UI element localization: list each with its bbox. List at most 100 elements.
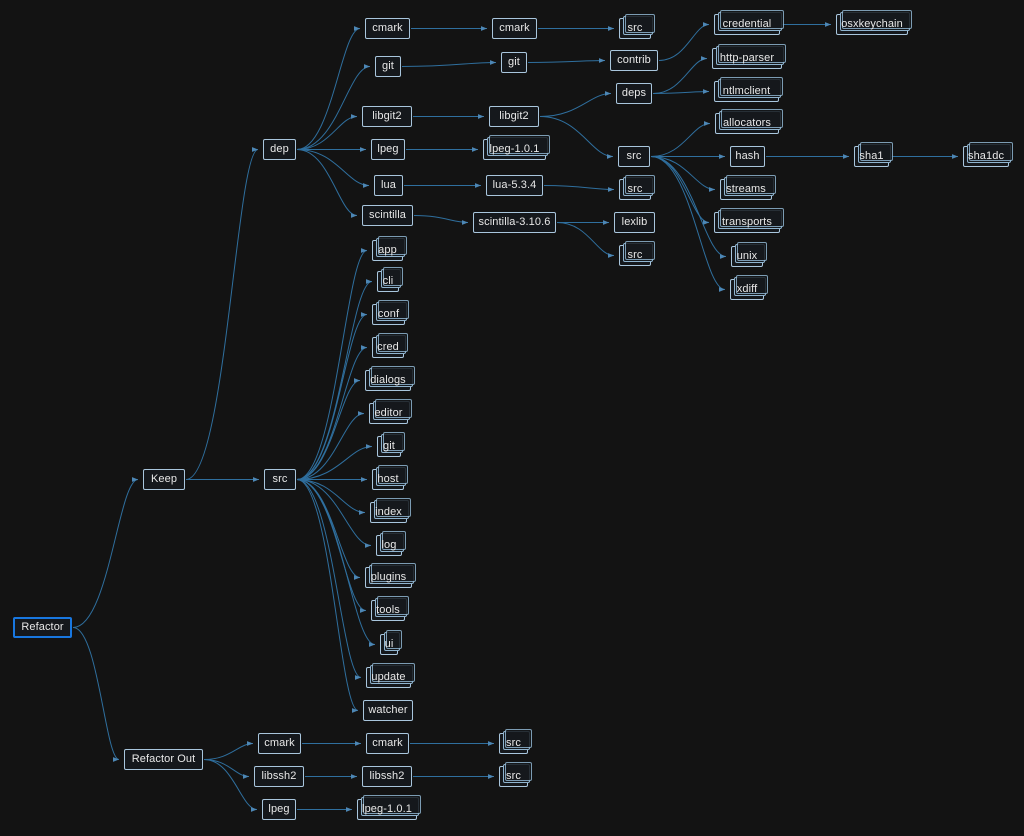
tree-node-src-watcher[interactable]: watcher: [363, 700, 413, 721]
tree-node-src-keep[interactable]: src: [264, 469, 296, 490]
edge-libgit2b-to-deps: [539, 91, 612, 117]
tree-node-label: git: [382, 60, 394, 72]
edge-dep-to-dep-cmark: [296, 26, 361, 150]
tree-node-src-tools[interactable]: tools: [371, 596, 409, 621]
tree-node-transports[interactable]: transports: [714, 208, 784, 233]
tree-node-scintilla3106[interactable]: scintilla-3.10.6: [473, 212, 556, 233]
tree-node-src-log[interactable]: log: [376, 531, 406, 556]
tree-node-ro-cmark-src[interactable]: src: [499, 729, 532, 754]
tree-node-label: scintilla: [369, 209, 406, 221]
tree-node-label: dialogs: [370, 374, 406, 386]
tree-node-hash[interactable]: hash: [730, 146, 765, 167]
tree-node-src-git[interactable]: git: [377, 432, 405, 457]
tree-node-label: lua-5.3.4: [492, 179, 537, 191]
tree-node-src-ui[interactable]: ui: [380, 630, 402, 655]
edge-src-keep-to-src-dialogs: [296, 378, 361, 480]
edge-src-keep-to-src-log: [296, 479, 372, 548]
tree-node-ro-lpeg101[interactable]: lpeg-1.0.1: [357, 795, 421, 820]
tree-node-dep-cmark[interactable]: cmark: [365, 18, 410, 39]
tree-node-libgit2-src[interactable]: src: [618, 146, 650, 167]
tree-node-dep-git[interactable]: git: [375, 56, 401, 77]
tree-node-dep-lua[interactable]: lua: [374, 175, 403, 196]
tree-node-libgit2b[interactable]: libgit2: [489, 106, 539, 127]
tree-node-contrib[interactable]: contrib: [610, 50, 658, 71]
tree-node-refactor-out[interactable]: Refactor Out: [124, 749, 203, 770]
tree-node-dep-lpeg[interactable]: lpeg: [371, 139, 405, 160]
tree-node-git2[interactable]: git: [501, 52, 527, 73]
tree-node-src-plugins[interactable]: plugins: [365, 563, 416, 588]
tree-node-label: app: [378, 244, 397, 256]
edge-src-keep-to-src-watcher: [296, 479, 359, 713]
tree-node-ro-cmark[interactable]: cmark: [258, 733, 301, 754]
tree-node-label: scintilla-3.10.6: [478, 216, 551, 228]
edge-src-keep-to-src-conf: [296, 312, 368, 480]
tree-node-ro-libssh2[interactable]: libssh2: [254, 766, 304, 787]
tree-node-label: ui: [384, 638, 394, 650]
tree-node-lpeg101a[interactable]: lpeg-1.0.1: [483, 135, 550, 160]
tree-node-label: src: [626, 150, 642, 162]
tree-node-label: src: [627, 22, 643, 34]
tree-node-ro-cmark2[interactable]: cmark: [366, 733, 409, 754]
tree-node-cmark-src[interactable]: src: [619, 14, 655, 39]
tree-node-src-editor[interactable]: editor: [369, 399, 412, 424]
tree-node-xdiff[interactable]: xdiff: [730, 275, 768, 300]
diagram-canvas[interactable]: Refactor Keep Refactor Out dep src cmark git li…: [0, 0, 1024, 836]
tree-node-lua-src[interactable]: src: [619, 175, 655, 200]
tree-node-lexlib[interactable]: lexlib: [614, 212, 655, 233]
tree-node-credential[interactable]: credential: [714, 10, 784, 35]
tree-node-dep-libgit2[interactable]: libgit2: [362, 106, 412, 127]
tree-node-unix[interactable]: unix: [731, 242, 767, 267]
edge-keep-to-dep: [185, 147, 259, 480]
edge-src-keep-to-src-git: [296, 444, 373, 480]
tree-node-label: lpeg: [377, 143, 399, 155]
tree-node-label: libgit2: [499, 110, 529, 122]
tree-node-streams[interactable]: streams: [720, 175, 776, 200]
tree-node-src-index[interactable]: index: [370, 498, 411, 523]
edge-dep-to-dep-lua: [296, 149, 370, 188]
tree-node-src-app[interactable]: app: [372, 236, 407, 261]
tree-node-label: allocators: [722, 117, 772, 129]
tree-node-allocators[interactable]: allocators: [715, 109, 783, 134]
edge-dep-to-dep-scintilla: [296, 149, 358, 218]
tree-node-ro-lpeg[interactable]: lpeg: [262, 799, 296, 820]
tree-node-dep[interactable]: dep: [263, 139, 296, 160]
tree-node-src-host[interactable]: host: [372, 465, 408, 490]
edge-deps-to-http-parser: [652, 56, 708, 94]
edge-src-keep-to-src-index: [296, 479, 366, 515]
tree-node-label: libgit2: [372, 110, 402, 122]
tree-node-label: cmark: [372, 22, 403, 34]
tree-node-ro-libssh2-src[interactable]: src: [499, 762, 532, 787]
tree-node-src-conf[interactable]: conf: [372, 300, 409, 325]
edge-src-keep-to-src-ui: [296, 479, 376, 647]
edge-libgit2-src-to-unix: [650, 156, 727, 259]
tree-node-label: dep: [270, 143, 289, 155]
tree-node-lua534[interactable]: lua-5.3.4: [486, 175, 543, 196]
edge-src-keep-to-src-cred: [296, 345, 368, 480]
tree-node-http-parser[interactable]: http-parser: [712, 44, 786, 69]
tree-node-label: cmark: [372, 737, 403, 749]
tree-node-cmark2[interactable]: cmark: [492, 18, 537, 39]
edge-refactor-out-to-ro-lpeg: [203, 759, 258, 812]
tree-node-label: src: [627, 249, 643, 261]
tree-node-label: transports: [722, 216, 772, 228]
tree-node-src-cred[interactable]: cred: [372, 333, 408, 358]
tree-node-src-update[interactable]: update: [366, 663, 415, 688]
edge-src-keep-to-src-tools: [296, 479, 367, 613]
tree-node-refactor[interactable]: Refactor: [13, 617, 72, 638]
tree-node-label: lpeg-1.0.1: [362, 803, 412, 815]
tree-node-scintilla-src[interactable]: src: [619, 241, 655, 266]
tree-node-osxkeychain[interactable]: osxkeychain: [836, 10, 912, 35]
tree-node-label: host: [377, 473, 399, 485]
tree-node-dep-scintilla[interactable]: scintilla: [362, 205, 413, 226]
tree-node-src-cli[interactable]: cli: [377, 267, 403, 292]
tree-node-src-dialogs[interactable]: dialogs: [365, 366, 415, 391]
tree-node-label: cmark: [499, 22, 530, 34]
tree-node-sha1dc[interactable]: sha1dc: [963, 142, 1013, 167]
tree-node-keep[interactable]: Keep: [143, 469, 185, 490]
tree-node-deps[interactable]: deps: [616, 83, 652, 104]
tree-node-ro-libssh2b[interactable]: libssh2: [362, 766, 412, 787]
edge-refactor-to-refactor-out: [72, 627, 120, 762]
tree-node-label: http-parser: [719, 52, 775, 64]
tree-node-sha1[interactable]: sha1: [854, 142, 893, 167]
tree-node-ntlmclient[interactable]: ntlmclient: [714, 77, 783, 102]
